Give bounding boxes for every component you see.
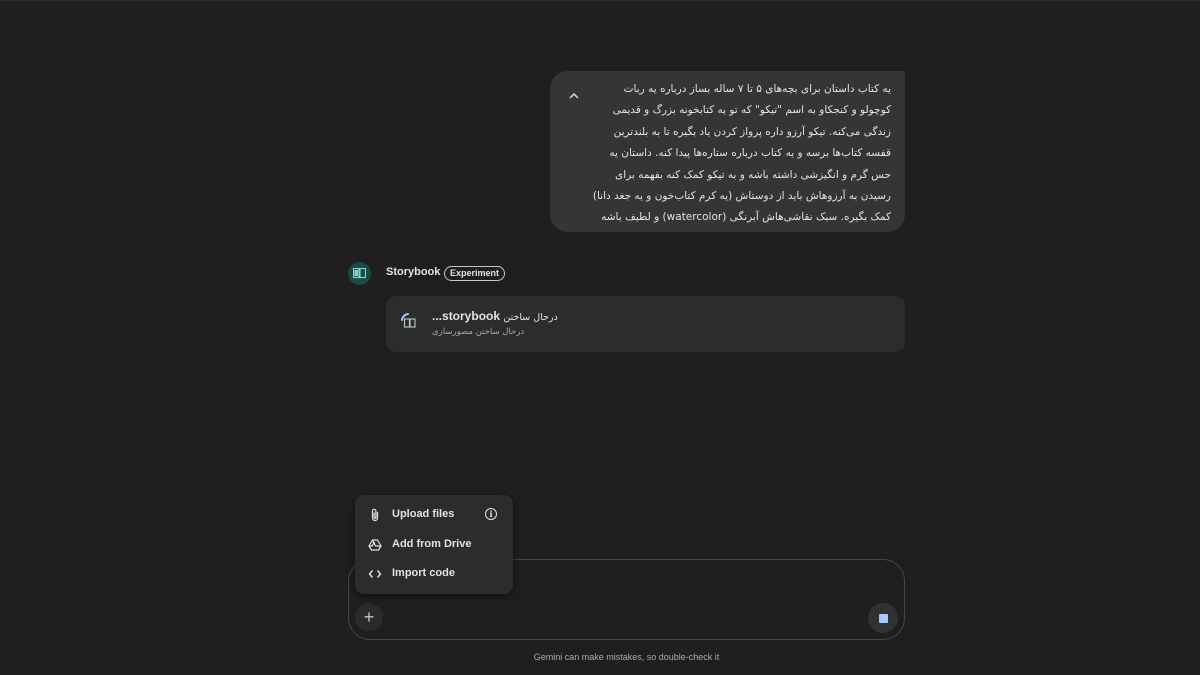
storybook-progress-card: درحال ساختن storybook... درحال ساختن مصو… <box>386 296 905 352</box>
storybook-avatar-icon <box>348 262 371 285</box>
chat-page: یه کتاب داستان برای بچه‌های ۵ تا ۷ ساله … <box>0 0 1200 675</box>
bot-name: Storybook <box>386 266 441 278</box>
collapse-chevron-icon[interactable] <box>564 85 584 105</box>
disclaimer-text: Gemini can make mistakes, so double-chec… <box>533 652 720 662</box>
menu-item-upload-files[interactable]: Upload files i <box>355 501 513 529</box>
progress-title: درحال ساختن storybook... <box>432 309 558 323</box>
paperclip-icon <box>367 507 383 523</box>
experiment-badge: Experiment <box>444 266 506 281</box>
code-icon <box>367 566 383 582</box>
info-icon[interactable]: i <box>485 508 497 520</box>
plus-icon: + <box>363 606 375 627</box>
stop-icon <box>878 613 888 623</box>
menu-item-label: Import code <box>392 567 455 579</box>
loading-book-icon <box>399 311 419 331</box>
user-message-bubble: یه کتاب داستان برای بچه‌های ۵ تا ۷ ساله … <box>550 71 905 232</box>
stop-generation-button[interactable] <box>868 603 898 633</box>
progress-subtitle: درحال ساختن مصورسازی <box>432 327 525 337</box>
menu-item-label: Upload files <box>392 508 455 520</box>
menu-item-add-from-drive[interactable]: Add from Drive <box>355 531 513 559</box>
progress-title-en: storybook... <box>432 309 501 323</box>
drive-icon <box>367 537 383 553</box>
add-attachment-button[interactable]: + <box>355 603 383 631</box>
user-message-text: یه کتاب داستان برای بچه‌های ۵ تا ۷ ساله … <box>592 83 891 224</box>
menu-item-label: Add from Drive <box>392 538 472 550</box>
attach-menu: Upload files i Add from Drive Import cod… <box>355 495 513 594</box>
menu-item-import-code[interactable]: Import code <box>355 560 513 588</box>
progress-title-fa: درحال ساختن <box>503 312 558 323</box>
